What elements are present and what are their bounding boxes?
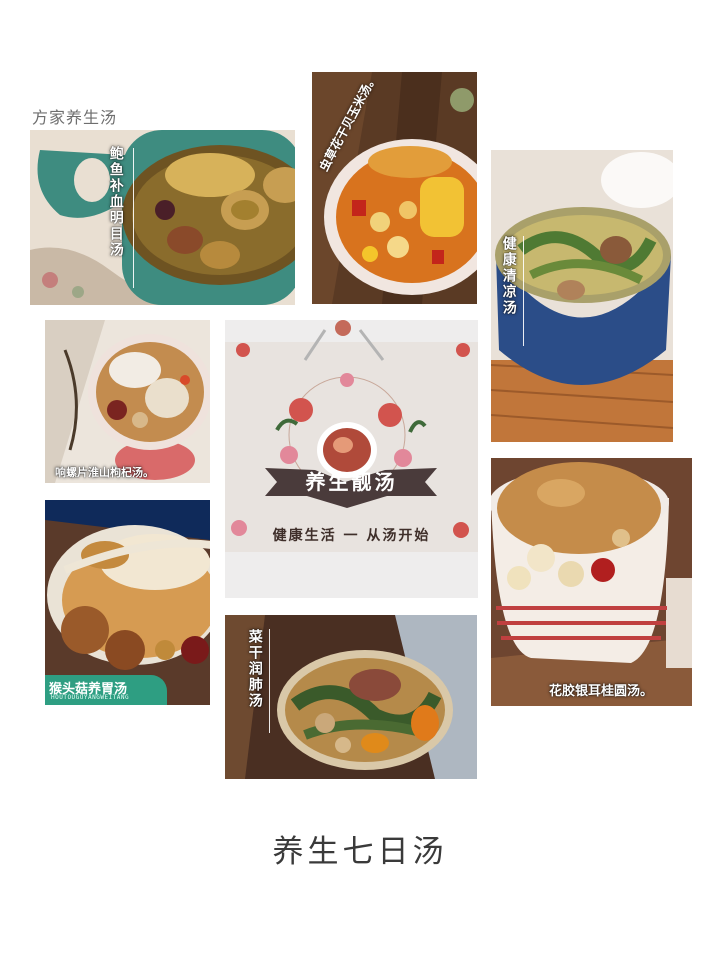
label-monkeyhead-pinyin: HOUTOUGUYANGWEITANG	[51, 694, 130, 701]
card-slogan: 健康生活 一 从汤开始	[272, 528, 431, 544]
label-whelk-soup: 响螺片淮山枸杞汤。	[55, 466, 154, 479]
photo-gelatin-soup: 花胶银耳桂圆汤。	[491, 458, 692, 706]
photo-abalone-soup: 鲍鱼补血明目汤	[30, 130, 295, 305]
label-gelatin-soup: 花胶银耳桂圆汤。	[549, 684, 654, 699]
label-abalone-soup: 鲍鱼补血明目汤	[107, 146, 124, 258]
card-banner: 养生靓汤	[305, 470, 398, 494]
label-cooling-soup: 健康清凉汤	[500, 236, 517, 316]
brand-name: 方家养生汤	[32, 108, 118, 127]
poster-card: 养生靓汤 健康生活 一 从汤开始	[225, 320, 478, 598]
photo-monkeyhead-soup: 猴头菇养胃汤 HOUTOUGUYANGWEITANG	[45, 500, 210, 705]
photo-vegetable-soup: 菜干润肺汤	[225, 615, 477, 779]
photo-cooling-soup: 健康清凉汤	[491, 150, 673, 442]
photo-whelk-soup: 响螺片淮山枸杞汤。	[45, 320, 210, 483]
photo-corn-soup: 虫草花干贝玉米汤。	[312, 72, 477, 304]
ribbon-monkeyhead: 猴头菇养胃汤 HOUTOUGUYANGWEITANG	[45, 675, 167, 705]
page-title: 养生七日汤	[272, 834, 448, 870]
label-vegetable-soup: 菜干润肺汤	[246, 629, 263, 709]
